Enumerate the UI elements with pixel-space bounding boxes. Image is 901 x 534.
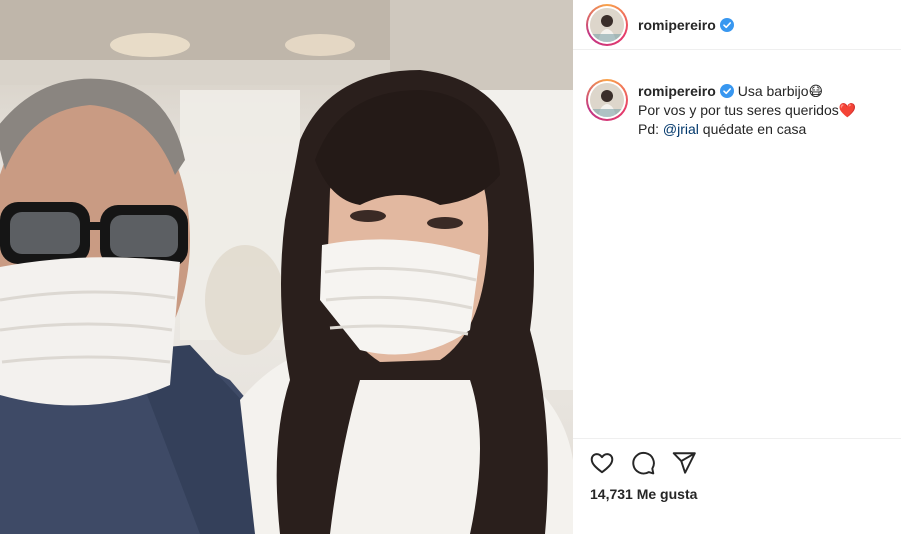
post-photo[interactable] [0,0,573,534]
mask-emoji: 😷 [808,84,824,100]
caption-line-2: Por vos y por tus seres queridos [638,102,839,118]
action-bar [589,450,697,476]
verified-icon [719,17,734,32]
mention-link[interactable]: @jrial [663,121,699,137]
post-header: romipereiro [573,0,901,50]
avatar[interactable] [586,3,628,46]
divider [573,438,901,439]
caption-pd: Pd: [638,121,660,137]
caption-username[interactable]: romipereiro [638,83,716,99]
share-icon[interactable] [671,450,697,476]
caption-verified-icon [719,84,734,98]
heart-emoji: ❤️ [838,103,857,119]
comment-icon[interactable] [630,450,656,476]
caption-end: quédate en casa [702,121,807,137]
post-side-panel: romipereiro romipereiro Usa barbijo😷 Por… [573,0,901,534]
caption-text: romipereiro Usa barbijo😷 Por vos y por t… [638,79,856,138]
caption-comment: romipereiro Usa barbijo😷 Por vos y por t… [573,50,901,138]
profile-picture [590,7,624,42]
heart-icon[interactable] [589,450,615,476]
caption-profile-picture [590,83,624,117]
caption-avatar[interactable] [586,79,628,121]
photo-illustration [0,0,573,534]
like-count[interactable]: 14,731 Me gusta [590,486,697,502]
header-username[interactable]: romipereiro [638,17,716,33]
caption-line-1: Usa barbijo [737,83,809,99]
